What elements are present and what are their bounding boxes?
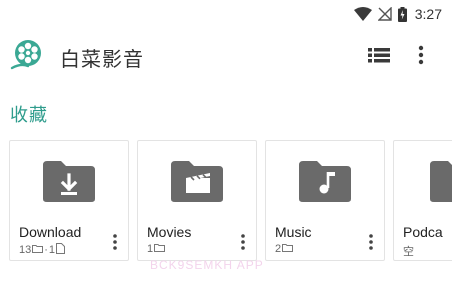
folder-count: 2 bbox=[275, 243, 282, 255]
app-bar: 白菜影音 bbox=[0, 30, 452, 80]
file-outline-icon bbox=[56, 243, 66, 257]
folder-meta: 2 bbox=[275, 243, 294, 255]
folder-meta: 1 bbox=[147, 243, 166, 255]
folder-count: 1 bbox=[147, 243, 154, 255]
favorites-section-title: 收藏 bbox=[10, 105, 48, 125]
more-vertical-icon[interactable] bbox=[366, 233, 376, 251]
folder-icon bbox=[394, 141, 452, 221]
folder-outline-icon bbox=[154, 243, 166, 255]
folder-card-music[interactable]: Music 2 bbox=[265, 140, 385, 261]
folder-name: Music bbox=[275, 224, 312, 240]
file-count: 1 bbox=[48, 244, 56, 256]
folder-music-icon bbox=[266, 141, 384, 221]
folder-card-movies[interactable]: Movies 1 bbox=[137, 140, 257, 261]
folder-name: Podca bbox=[403, 224, 443, 240]
folder-outline-icon bbox=[32, 244, 44, 256]
folder-count: 13 bbox=[19, 244, 32, 256]
watermark: BCK9SEMKH APP bbox=[150, 258, 264, 272]
folder-name: Movies bbox=[147, 224, 192, 240]
list-view-icon[interactable] bbox=[368, 45, 390, 65]
more-vertical-icon[interactable] bbox=[412, 43, 430, 67]
film-reel-icon bbox=[9, 38, 43, 72]
folder-download-icon bbox=[10, 141, 128, 221]
more-vertical-icon[interactable] bbox=[238, 233, 248, 251]
battery-charging-icon bbox=[397, 6, 407, 22]
meta-separator: · bbox=[44, 244, 48, 256]
folder-meta: 13 · 1 bbox=[19, 243, 66, 257]
no-signal-icon bbox=[377, 7, 392, 21]
folder-meta: 空 bbox=[403, 243, 414, 259]
status-icons: 3:27 bbox=[353, 6, 442, 22]
empty-label: 空 bbox=[403, 246, 414, 258]
folder-card-download[interactable]: Download 13 · 1 bbox=[9, 140, 129, 261]
wifi-icon bbox=[353, 7, 372, 21]
folder-name: Download bbox=[19, 224, 82, 240]
status-time: 3:27 bbox=[414, 6, 442, 22]
more-vertical-icon[interactable] bbox=[110, 233, 120, 251]
favorites-folder-list: Download 13 · 1 Movies 1 Music 2 Podca 空 bbox=[9, 140, 452, 261]
status-bar: 3:27 bbox=[0, 0, 452, 28]
folder-card-podcasts[interactable]: Podca 空 bbox=[393, 140, 452, 261]
folder-outline-icon bbox=[282, 243, 294, 255]
folder-movie-icon bbox=[138, 141, 256, 221]
app-title: 白菜影音 bbox=[60, 49, 144, 71]
